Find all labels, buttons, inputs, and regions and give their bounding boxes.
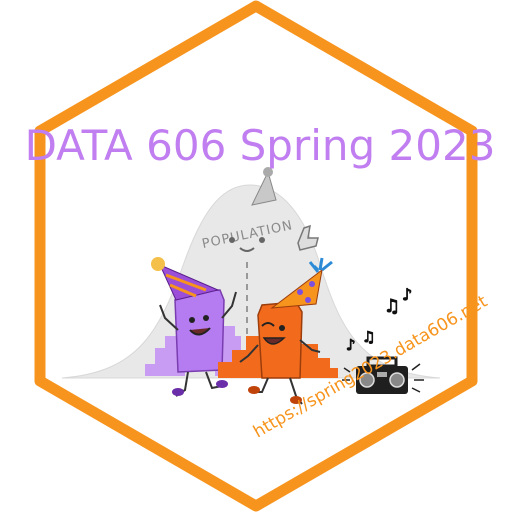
music-note-icon: ♪ [402,285,412,304]
music-note-icon: ♫ [362,328,375,346]
orange-eye-right [279,325,285,331]
sticker-title-text: DATA 606 Spring 2023 [24,121,496,170]
music-note-icon: ♪ [346,336,356,354]
music-note-icon: ♫ [384,296,400,317]
orange-shoe-left [248,386,260,394]
purple-hat-pompom [151,257,165,271]
population-eye-left [229,237,235,243]
population-eye-right [259,237,265,243]
purple-eye-right [203,315,209,321]
purple-shoe-right [216,380,228,388]
orange-hat-dot [305,297,311,303]
orange-hat-dot [309,281,315,287]
purple-shoe-left [172,388,184,396]
orange-hat-dot [297,289,303,295]
purple-eye-left [189,317,195,323]
sticker-title: DATA 606 Spring 2023 [0,118,512,174]
